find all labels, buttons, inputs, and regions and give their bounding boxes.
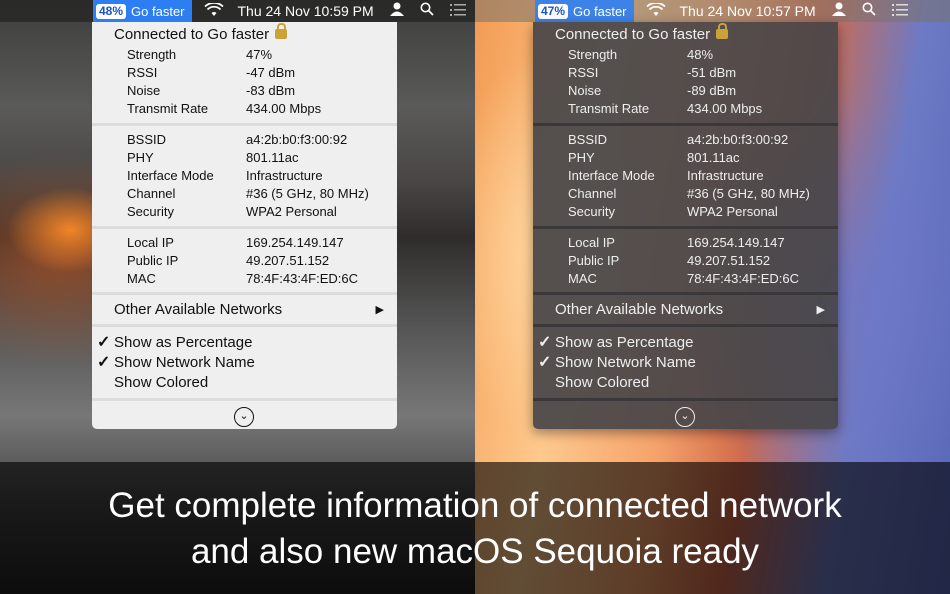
wifi-menu: Connected to Go faster Strength 48% RSSI -… <box>533 22 838 429</box>
detail-row: Security WPA2 Personal <box>127 204 337 219</box>
option-show-colored[interactable]: Show Colored <box>114 374 208 391</box>
detail-row: Channel #36 (5 GHz, 80 MHz) <box>568 186 810 201</box>
chevron-down-circle-icon[interactable]: ⌄ <box>234 407 254 427</box>
menu-header: Connected to Go faster <box>555 23 729 43</box>
menu-separator <box>92 324 397 327</box>
stat-row: Noise -89 dBm <box>568 83 737 98</box>
menu-header: Connected to Go faster <box>114 23 288 43</box>
menu-separator <box>533 398 838 401</box>
user-icon[interactable] <box>389 0 404 22</box>
detail-row: Channel #36 (5 GHz, 80 MHz) <box>127 186 369 201</box>
stat-row: Noise -83 dBm <box>127 83 296 98</box>
address-row: Local IP 169.254.149.147 <box>568 235 785 250</box>
address-row: Public IP 49.207.51.152 <box>127 253 330 268</box>
lock-icon <box>275 23 288 39</box>
list-icon[interactable] <box>449 0 466 22</box>
stat-row: RSSI -51 dBm <box>568 65 737 80</box>
address-row: MAC 78:4F:43:4F:ED:6C <box>127 271 358 286</box>
menu-separator <box>533 324 838 327</box>
chevron-down-circle-icon[interactable]: ⌄ <box>675 407 695 427</box>
option-show-colored[interactable]: Show Colored <box>555 374 649 391</box>
other-networks-item[interactable]: Other Available Networks <box>555 301 825 318</box>
detail-row: Interface Mode Infrastructure <box>127 168 323 183</box>
option-show-percentage[interactable]: Show as Percentage <box>114 334 252 351</box>
user-icon[interactable] <box>831 0 846 22</box>
stat-row: Strength 47% <box>127 47 273 62</box>
wifi-icon[interactable] <box>203 1 224 20</box>
menu-bar: 47% Go faster Thu 24 Nov 10:57 PM <box>475 0 950 22</box>
address-row: Public IP 49.207.51.152 <box>568 253 771 268</box>
submenu-arrow-icon: ▶ <box>375 304 384 316</box>
promo-caption: Get complete information of connected ne… <box>0 462 950 594</box>
caption-line-2: and also new macOS Sequoia ready <box>190 532 760 571</box>
option-show-network-name[interactable]: Show Network Name <box>555 354 696 371</box>
menu-separator <box>533 123 838 126</box>
search-icon[interactable] <box>862 0 876 22</box>
checkmark-icon: ✓ <box>97 354 111 371</box>
address-row: Local IP 169.254.149.147 <box>127 235 344 250</box>
wifi-menu: Connected to Go faster Strength 47% RSSI -… <box>92 22 397 429</box>
detail-row: PHY 801.11ac <box>568 150 740 165</box>
address-row: MAC 78:4F:43:4F:ED:6C <box>568 271 799 286</box>
search-icon[interactable] <box>420 0 434 22</box>
wifi-icon[interactable] <box>645 1 666 20</box>
checkmark-icon: ✓ <box>97 334 111 351</box>
lock-icon <box>716 23 729 39</box>
stat-row: RSSI -47 dBm <box>127 65 296 80</box>
menu-separator <box>92 398 397 401</box>
checkmark-icon: ✓ <box>538 334 552 351</box>
detail-row: Security WPA2 Personal <box>568 204 778 219</box>
other-networks-item[interactable]: Other Available Networks <box>114 301 384 318</box>
wifi-status-item[interactable]: 47% Go faster <box>535 0 634 22</box>
menu-bar: 48% Go faster Thu 24 Nov 10:59 PM <box>0 0 475 22</box>
signal-percent: 48% <box>96 3 127 19</box>
list-icon[interactable] <box>891 0 908 22</box>
option-show-network-name[interactable]: Show Network Name <box>114 354 255 371</box>
caption-line-1: Get complete information of connected ne… <box>108 486 842 525</box>
clock[interactable]: Thu 24 Nov 10:57 PM <box>680 3 816 19</box>
stat-row: Transmit Rate 434.00 Mbps <box>568 101 763 116</box>
network-name: Go faster <box>131 3 185 19</box>
clock[interactable]: Thu 24 Nov 10:59 PM <box>238 3 374 19</box>
option-show-percentage[interactable]: Show as Percentage <box>555 334 693 351</box>
menu-separator <box>92 292 397 295</box>
detail-row: PHY 801.11ac <box>127 150 299 165</box>
stat-row: Transmit Rate 434.00 Mbps <box>127 101 322 116</box>
menu-separator <box>92 123 397 126</box>
stat-row: Strength 48% <box>568 47 714 62</box>
wifi-status-item[interactable]: 48% Go faster <box>93 0 192 22</box>
checkmark-icon: ✓ <box>538 354 552 371</box>
menu-separator <box>92 226 397 229</box>
detail-row: BSSID a4:2b:b0:f3:00:92 <box>568 132 789 147</box>
detail-row: Interface Mode Infrastructure <box>568 168 764 183</box>
signal-percent: 47% <box>538 3 569 19</box>
menu-separator <box>533 292 838 295</box>
submenu-arrow-icon: ▶ <box>816 304 825 316</box>
menu-separator <box>533 226 838 229</box>
detail-row: BSSID a4:2b:b0:f3:00:92 <box>127 132 348 147</box>
network-name: Go faster <box>573 3 627 19</box>
